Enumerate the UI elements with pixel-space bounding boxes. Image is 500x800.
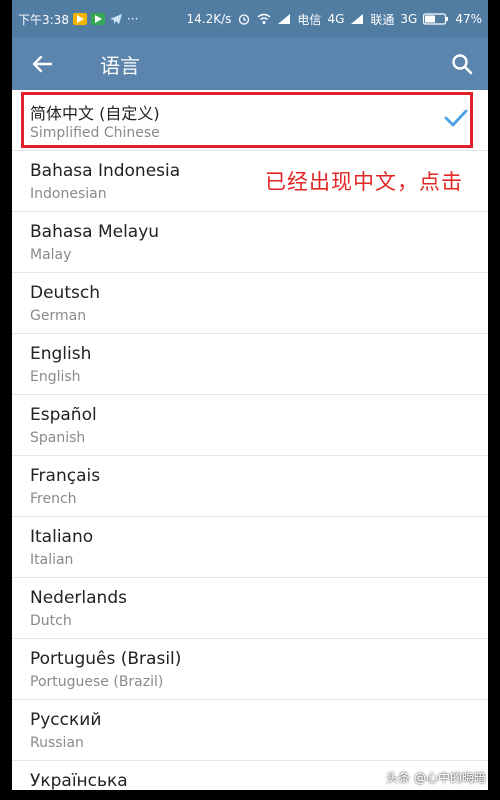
checkmark-icon [444,109,468,127]
language-subtitle: English [30,369,81,385]
language-subtitle: Dutch [30,613,72,629]
language-name: Français [30,466,101,486]
language-name: Español [30,405,97,425]
back-button[interactable] [12,38,72,90]
language-item-bahasa-melayu[interactable]: Bahasa Melayu Malay [12,212,488,273]
language-subtitle: Indonesian [30,186,107,202]
language-item-italiano[interactable]: Italiano Italian [12,517,488,578]
telegram-icon [109,14,122,24]
network-speed: 14.2K/s [186,12,232,26]
language-item-russian[interactable]: Русский Russian [12,700,488,761]
page-title: 语言 [100,53,140,78]
network-type-1: 4G [327,12,345,26]
language-name: Русский [30,710,102,730]
status-time: 下午3:38 [18,12,69,27]
search-button[interactable] [444,46,480,82]
language-item-espanol[interactable]: Español Spanish [12,395,488,456]
language-subtitle: Italian [30,552,74,568]
signal-icon-1 [278,14,291,24]
language-subtitle: Malay [30,247,72,263]
language-name: Português (Brasil) [30,649,182,669]
language-name: Українська [30,771,128,790]
language-subtitle: Portuguese (Brazil) [30,674,164,690]
signal-icon-2 [351,14,364,24]
watermark: 头条 @心中的晦暗 [386,769,486,786]
play-store-icon [72,13,87,25]
language-item-francais[interactable]: Français French [12,456,488,517]
carrier-2: 联通 [370,12,395,27]
play-store-icon-2 [90,13,105,25]
watermark-text: 头条 @心中的晦暗 [386,771,486,785]
language-item-simplified-chinese[interactable]: 简体中文 (自定义) Simplified Chinese [12,90,488,151]
language-item-deutsch[interactable]: Deutsch German [12,273,488,334]
language-item-english[interactable]: English English [12,334,488,395]
phone-screen: 下午3:38 ··· 14.2K/s 电信 4G 联通 3G 47% 语言 简体… [12,0,488,790]
battery-percent: 47% [455,12,482,26]
carrier-1: 电信 [297,12,322,27]
language-item-nederlands[interactable]: Nederlands Dutch [12,578,488,639]
language-subtitle: German [30,308,87,324]
language-item-portugues-brasil[interactable]: Português (Brasil) Portuguese (Brazil) [12,639,488,700]
search-icon [452,54,473,75]
annotation-text: 已经出现中文，点击 [265,170,463,194]
language-name: Italiano [30,527,94,547]
language-subtitle: Simplified Chinese [30,125,160,141]
language-name: Nederlands [30,588,127,608]
language-name: Deutsch [30,283,100,303]
battery-icon [423,13,449,25]
language-subtitle: Russian [30,735,84,751]
language-subtitle: Spanish [30,430,86,446]
language-subtitle: French [30,491,77,507]
network-type-2: 3G [400,12,418,26]
back-arrow-icon [32,55,53,73]
status-bar: 下午3:38 ··· 14.2K/s 电信 4G 联通 3G 47% [12,0,488,38]
language-name: English [30,344,92,364]
alarm-icon [239,14,250,25]
wifi-icon [257,13,271,24]
language-name: Bahasa Indonesia [30,161,181,181]
more-notifications: ··· [126,12,139,26]
app-bar: 语言 [12,38,488,90]
language-name: 简体中文 (自定义) [30,104,160,123]
language-name: Bahasa Melayu [30,222,160,242]
